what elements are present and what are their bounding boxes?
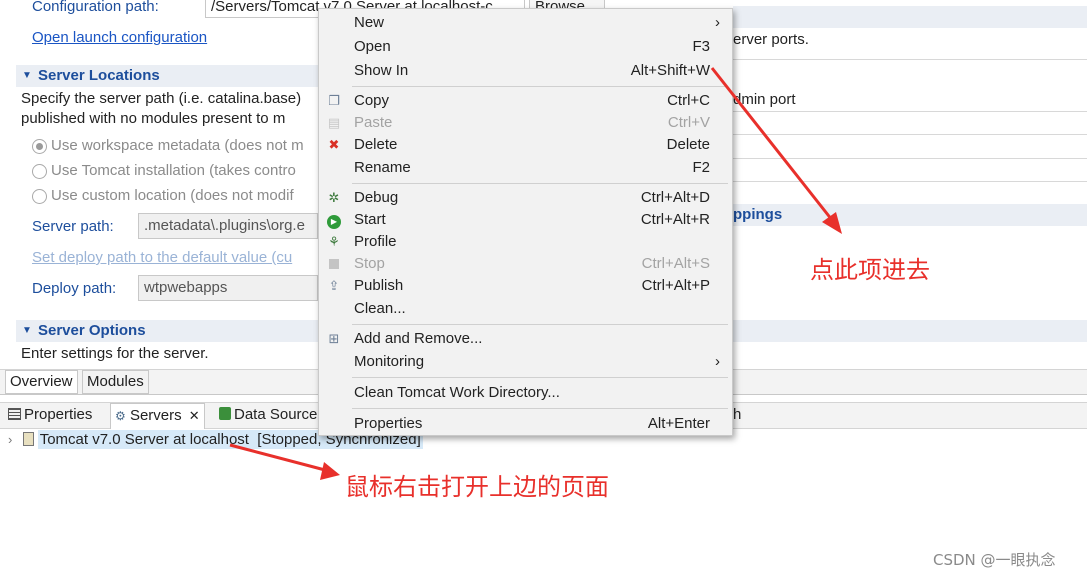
- annotation-click-here: 点此项进去: [810, 256, 930, 284]
- arrow-to-properties: [710, 67, 842, 234]
- arrow-to-server-row: [229, 443, 340, 480]
- watermark: CSDN @一眼执念: [933, 551, 1056, 569]
- annotation-right-click: 鼠标右击打开上边的页面: [345, 473, 609, 501]
